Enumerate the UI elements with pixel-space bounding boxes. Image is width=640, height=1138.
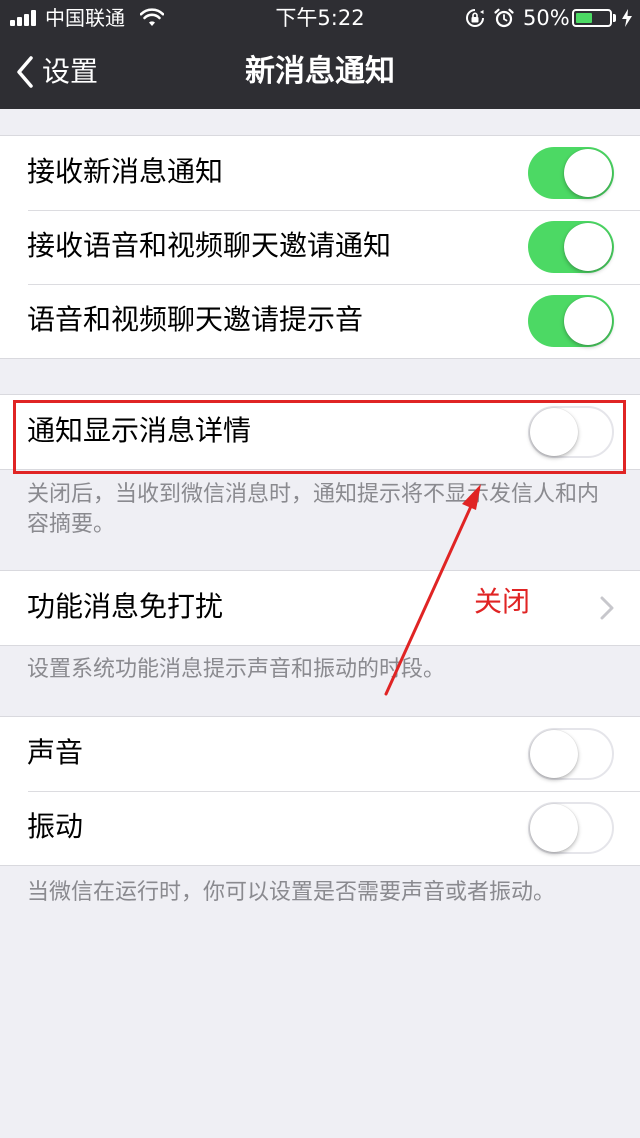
toggle-knob	[564, 223, 612, 271]
chevron-right-icon	[600, 596, 614, 620]
row-label: 接收语音和视频聊天邀请通知	[27, 229, 392, 262]
battery-cap	[613, 14, 616, 22]
row-label: 振动	[27, 810, 84, 843]
battery-percent: 50%	[523, 6, 570, 30]
toggle-knob	[564, 149, 612, 197]
charging-icon	[622, 9, 632, 27]
toggle-knob	[564, 297, 612, 345]
row-label: 语音和视频聊天邀请提示音	[27, 303, 364, 336]
receive-call-invite-toggle[interactable]	[528, 221, 614, 273]
call-invite-sound-toggle[interactable]	[528, 295, 614, 347]
message-detail-footnote: 关闭后，当收到微信消息时，通知提示将不显示发信人和内容摘要。	[27, 482, 600, 537]
annotation-label: 关闭	[474, 585, 531, 618]
sound-vibration-footnote: 当微信在运行时，你可以设置是否需要声音或者振动。	[27, 880, 556, 905]
page-title: 新消息通知	[245, 54, 395, 89]
annotation-highlight-box	[13, 400, 626, 474]
status-bar: 中国联通 下午5:22 50%	[0, 0, 640, 36]
settings-row-do-not-disturb[interactable]: 功能消息免打扰	[0, 571, 640, 645]
do-not-disturb-group: 功能消息免打扰	[0, 570, 640, 646]
sound-toggle[interactable]	[528, 728, 614, 780]
row-label: 功能消息免打扰	[27, 590, 224, 623]
notification-group: 接收新消息通知 接收语音和视频聊天邀请通知 语音和视频聊天邀请提示音	[0, 135, 640, 359]
navigation-bar: 设置 新消息通知	[0, 36, 640, 109]
row-label: 声音	[27, 736, 84, 769]
sound-vibration-group: 声音 振动	[0, 716, 640, 866]
screen: 中国联通 下午5:22 50% 设置 新消息通知 接收新消息通知 接收语音和视频…	[0, 0, 640, 1138]
settings-row-vibration[interactable]: 振动	[0, 791, 640, 865]
settings-row-receive-new-message[interactable]: 接收新消息通知	[0, 136, 640, 210]
toggle-knob	[530, 804, 578, 852]
do-not-disturb-footnote: 设置系统功能消息提示声音和振动的时段。	[27, 657, 446, 682]
top-bar: 中国联通 下午5:22 50% 设置 新消息通知	[0, 0, 640, 109]
alarm-icon	[494, 8, 514, 28]
settings-row-call-invite-sound[interactable]: 语音和视频聊天邀请提示音	[0, 284, 640, 358]
battery-fill	[576, 13, 592, 23]
toggle-knob	[530, 730, 578, 778]
rotation-lock-icon	[466, 9, 484, 27]
battery-icon	[572, 9, 612, 27]
row-label: 接收新消息通知	[27, 155, 224, 188]
receive-new-message-toggle[interactable]	[528, 147, 614, 199]
settings-row-receive-call-invite[interactable]: 接收语音和视频聊天邀请通知	[0, 210, 640, 284]
vibration-toggle[interactable]	[528, 802, 614, 854]
settings-row-sound[interactable]: 声音	[0, 717, 640, 791]
